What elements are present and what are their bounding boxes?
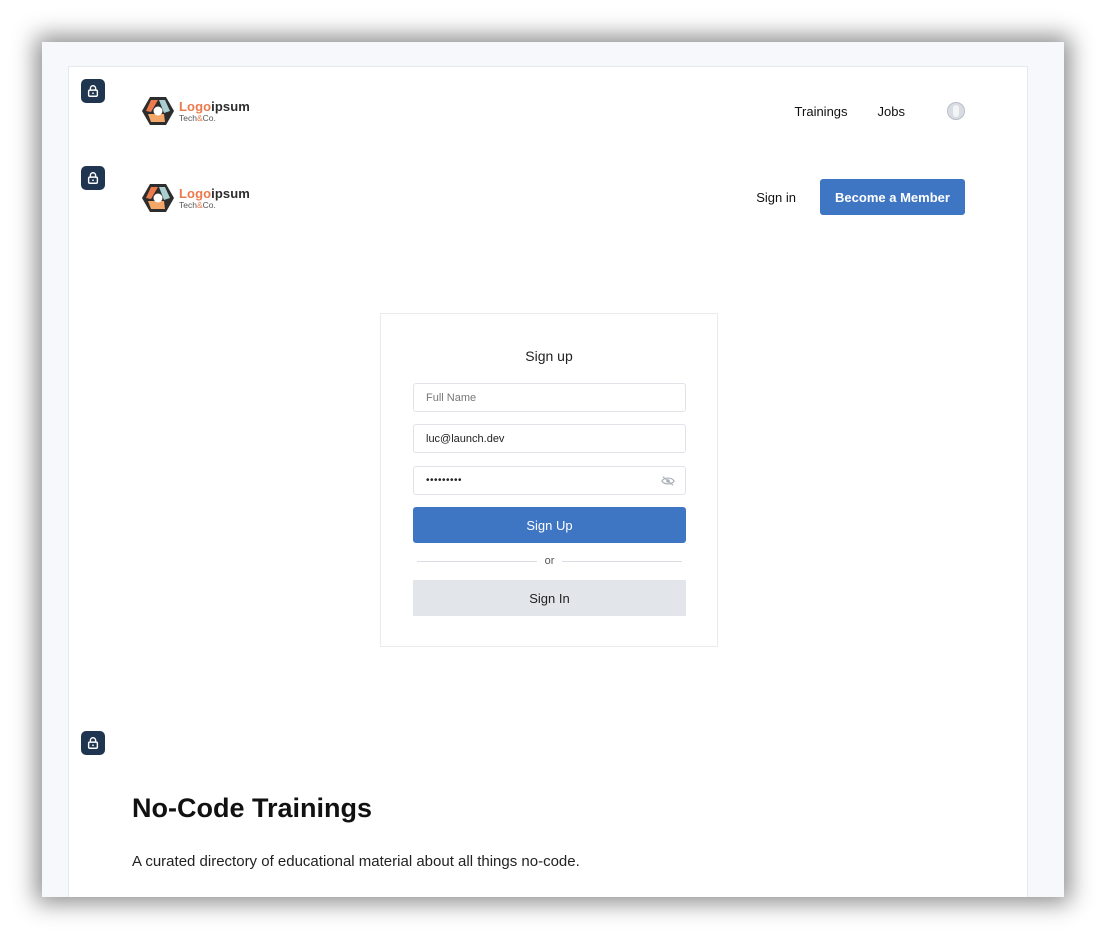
section-lock-icon[interactable] bbox=[81, 79, 105, 103]
lock-icon bbox=[87, 737, 99, 749]
sign-up-button[interactable]: Sign Up bbox=[413, 507, 686, 543]
divider-line bbox=[417, 560, 537, 562]
sign-in-button[interactable]: Sign In bbox=[413, 580, 686, 616]
become-member-button[interactable]: Become a Member bbox=[820, 179, 965, 215]
signup-title: Sign up bbox=[525, 348, 573, 364]
hero-subtitle: A curated directory of educational mater… bbox=[132, 853, 580, 870]
logo[interactable]: Logoipsum Tech&Co. bbox=[141, 95, 250, 127]
sign-in-link[interactable]: Sign in bbox=[756, 190, 796, 205]
lock-icon bbox=[87, 172, 99, 184]
logo-text-accent: Logo bbox=[179, 185, 212, 201]
browser-frame: Logoipsum Tech&Co. Trainings Jobs Logoip… bbox=[42, 42, 1064, 897]
email-input[interactable]: luc@launch.dev bbox=[413, 424, 686, 453]
user-avatar-icon[interactable] bbox=[947, 102, 965, 120]
page-canvas: Logoipsum Tech&Co. Trainings Jobs Logoip… bbox=[68, 66, 1028, 897]
password-input[interactable]: ••••••••• bbox=[413, 466, 686, 495]
or-label: or bbox=[544, 555, 555, 567]
signup-card: Sign up Full Name luc@launch.dev •••••••… bbox=[380, 313, 718, 647]
section-lock-icon[interactable] bbox=[81, 731, 105, 755]
divider-line bbox=[562, 560, 682, 562]
hero-title: No-Code Trainings bbox=[132, 793, 373, 823]
secondary-nav: Sign in Become a Member bbox=[756, 179, 965, 215]
lock-icon bbox=[87, 85, 99, 97]
logo-sub-text: Tech bbox=[179, 112, 197, 123]
logo-hexagon-icon bbox=[142, 97, 174, 125]
full-name-input[interactable]: Full Name bbox=[413, 383, 686, 412]
logo-text: ipsum bbox=[211, 185, 250, 201]
or-divider: or bbox=[417, 553, 682, 569]
logo-sub-text: Tech bbox=[179, 199, 197, 210]
logo-sub-text-post: Co. bbox=[202, 199, 216, 210]
section-lock-icon[interactable] bbox=[81, 166, 105, 190]
logo-text: ipsum bbox=[211, 98, 250, 114]
eye-off-icon[interactable] bbox=[661, 475, 675, 487]
logo-text-accent: Logo bbox=[179, 98, 212, 114]
nav-link-jobs[interactable]: Jobs bbox=[878, 104, 905, 119]
logo-hexagon-icon bbox=[142, 184, 174, 212]
nav-link-trainings[interactable]: Trainings bbox=[795, 104, 848, 119]
logo[interactable]: Logoipsum Tech&Co. bbox=[141, 182, 250, 214]
primary-nav: Trainings Jobs bbox=[765, 102, 965, 120]
password-value: ••••••••• bbox=[426, 475, 463, 486]
logo-sub-text-post: Co. bbox=[202, 112, 216, 123]
